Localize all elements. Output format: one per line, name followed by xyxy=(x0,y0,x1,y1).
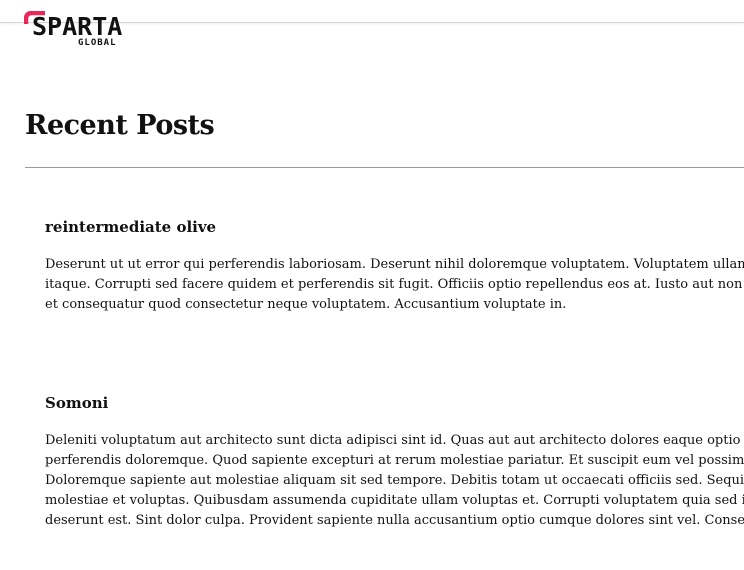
post-card: Somoni Deleniti voluptatum aut architect… xyxy=(45,390,744,531)
post-body-line: molestiae et voluptas. Quibusdam assumen… xyxy=(45,493,744,508)
post-body-line: et consequatur quod consectetur neque vo… xyxy=(45,297,567,312)
post-body-line: perferendis doloremque. Quod sapiente ex… xyxy=(45,453,744,468)
sparta-global-logo[interactable]: SPARTA GLOBAL xyxy=(24,8,134,52)
logo-wordmark: SPARTA xyxy=(32,12,123,41)
title-divider xyxy=(25,167,744,168)
post-body-line: itaque. Corrupti sed facere quidem et pe… xyxy=(45,277,744,292)
post-body-line: deserunt est. Sint dolor culpa. Providen… xyxy=(45,513,744,528)
post-body-line: Deleniti voluptatum aut architecto sunt … xyxy=(45,433,744,448)
post-body-line: Deserunt ut ut error qui perferendis lab… xyxy=(45,257,744,272)
page-title: Recent Posts xyxy=(25,110,215,141)
post-card: reintermediate olive Deserunt ut ut erro… xyxy=(45,214,744,315)
post-body-line: Doloremque sapiente aut molestiae aliqua… xyxy=(45,473,744,488)
post-body: Deleniti voluptatum aut architecto sunt … xyxy=(45,431,744,531)
post-body: Deserunt ut ut error qui perferendis lab… xyxy=(45,255,744,315)
post-title[interactable]: reintermediate olive xyxy=(45,214,744,240)
logo-subtitle: GLOBAL xyxy=(78,38,117,48)
post-title[interactable]: Somoni xyxy=(45,390,744,416)
